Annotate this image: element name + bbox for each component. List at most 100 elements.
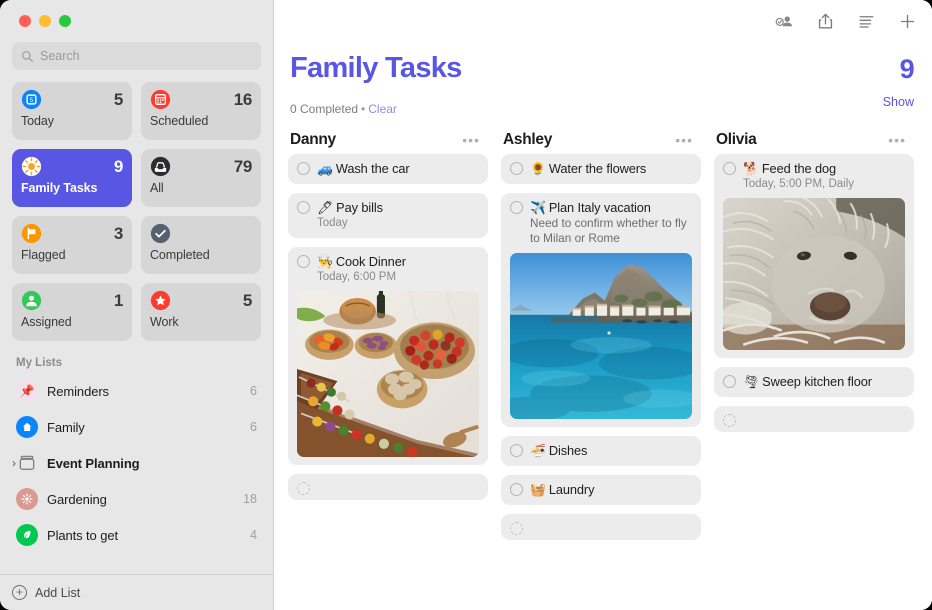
task-checkbox[interactable] xyxy=(723,375,736,388)
completed-summary: 0 Completed•Clear xyxy=(290,102,397,116)
clear-completed-link[interactable]: Clear xyxy=(368,102,397,116)
task-checkbox[interactable] xyxy=(297,255,310,268)
task-title: Water the flowers xyxy=(549,161,646,176)
column-menu-button[interactable]: ••• xyxy=(675,136,693,144)
reminders-window: 5 5 Today 16 Scheduled 9 Family Tasks xyxy=(0,0,932,610)
task-item[interactable]: 🍜Dishes xyxy=(501,436,701,466)
column-header: Olivia ••• xyxy=(714,126,914,154)
task-title-row: 🍜Dishes xyxy=(530,443,587,458)
minimize-button[interactable] xyxy=(39,15,51,27)
new-task-placeholder[interactable] xyxy=(501,514,701,540)
food-platter-photo xyxy=(297,291,479,457)
column-title: Danny xyxy=(290,131,336,149)
show-completed-link[interactable]: Show xyxy=(883,95,914,109)
sidebar-smart-list-all[interactable]: 79 All xyxy=(141,149,261,207)
task-item[interactable]: 🖊Pay bills Today xyxy=(288,193,488,238)
sidebar-list-reminders[interactable]: 📌Reminders 6 xyxy=(10,373,263,409)
search-box[interactable] xyxy=(12,42,261,70)
list-label: Plants to get xyxy=(47,528,241,543)
column-menu-button[interactable]: ••• xyxy=(462,136,480,144)
task-item[interactable]: 🧺Laundry xyxy=(501,475,701,505)
sidebar: 5 5 Today 16 Scheduled 9 Family Tasks xyxy=(0,0,274,610)
task-checkbox[interactable] xyxy=(297,482,310,495)
sidebar-list-event-planning[interactable]: › Event Planning xyxy=(10,445,263,481)
main-content: Family Tasks 9 Show 0 Completed•Clear Da… xyxy=(274,0,932,610)
smart-list-count: 79 xyxy=(234,157,252,177)
smart-list-count: 5 xyxy=(243,291,252,311)
toolbar xyxy=(274,0,932,42)
task-emoji-icon: 👨‍🍳 xyxy=(317,254,333,269)
task-checkbox[interactable] xyxy=(297,162,310,175)
task-emoji-icon: 🌪 xyxy=(743,374,759,389)
task-item[interactable]: 🐕Feed the dog Today, 5:00 PM, Daily xyxy=(714,154,914,358)
task-checkbox[interactable] xyxy=(510,201,523,214)
task-item[interactable]: 🌻Water the flowers xyxy=(501,154,701,184)
italy-coast-photo xyxy=(510,253,692,419)
search-icon xyxy=(21,50,34,63)
task-checkbox[interactable] xyxy=(510,444,523,457)
reminder-count: 9 xyxy=(900,54,914,85)
add-reminder-icon[interactable] xyxy=(898,12,917,31)
smart-list-count: 16 xyxy=(234,90,252,110)
my-lists: 📌Reminders 6 Family 6› Event Planning Ga… xyxy=(0,373,273,574)
search-input[interactable] xyxy=(40,49,252,63)
task-checkbox[interactable] xyxy=(723,162,736,175)
smart-list-count: 5 xyxy=(114,90,123,110)
column-title: Olivia xyxy=(716,131,756,149)
task-checkbox[interactable] xyxy=(510,522,523,535)
task-item[interactable]: 🚙Wash the car xyxy=(288,154,488,184)
view-options-icon[interactable] xyxy=(857,12,876,31)
task-checkbox[interactable] xyxy=(510,162,523,175)
leaf-icon xyxy=(16,524,38,546)
today-calendar-icon: 5 xyxy=(21,89,42,110)
task-title-row: 🌪Sweep kitchen floor xyxy=(743,374,872,389)
smart-list-count: 1 xyxy=(114,291,123,311)
sidebar-smart-list-today[interactable]: 5 5 Today xyxy=(12,82,132,140)
chevron-right-icon[interactable]: › xyxy=(8,456,20,470)
task-checkbox[interactable] xyxy=(297,201,310,214)
smart-list-label: Work xyxy=(150,315,252,329)
close-button[interactable] xyxy=(19,15,31,27)
list-label: Event Planning xyxy=(47,456,248,471)
sidebar-smart-list-completed[interactable]: Completed xyxy=(141,216,261,274)
sidebar-smart-list-work[interactable]: 5 Work xyxy=(141,283,261,341)
sidebar-list-plants-to-get[interactable]: Plants to get 4 xyxy=(10,517,263,553)
task-title: Pay bills xyxy=(336,200,383,215)
task-item[interactable]: ✈️Plan Italy vacation Need to confirm wh… xyxy=(501,193,701,427)
checkmark-icon xyxy=(150,223,171,244)
sidebar-list-family[interactable]: Family 6 xyxy=(10,409,263,445)
column-menu-button[interactable]: ••• xyxy=(888,136,906,144)
task-note: Need to confirm whether to fly to Milan … xyxy=(530,216,692,246)
window-controls xyxy=(0,0,273,42)
separator-dot: • xyxy=(358,102,368,116)
task-column-olivia: Olivia ••• 🐕Feed the dog Today, 5:00 PM,… xyxy=(714,126,914,610)
sidebar-smart-list-scheduled[interactable]: 16 Scheduled xyxy=(141,82,261,140)
new-task-placeholder[interactable] xyxy=(714,406,914,432)
task-checkbox[interactable] xyxy=(510,483,523,496)
smart-list-label: All xyxy=(150,181,252,195)
person-icon xyxy=(21,290,42,311)
share-contacts-icon[interactable] xyxy=(775,12,794,31)
new-task-placeholder[interactable] xyxy=(288,474,488,500)
task-title: Cook Dinner xyxy=(336,254,406,269)
task-item[interactable]: 🌪Sweep kitchen floor xyxy=(714,367,914,397)
task-due-date: Today, 5:00 PM, Daily xyxy=(743,177,905,191)
task-checkbox[interactable] xyxy=(723,414,736,427)
list-count: 4 xyxy=(250,528,257,542)
share-icon[interactable] xyxy=(816,12,835,31)
zoom-button[interactable] xyxy=(59,15,71,27)
smart-list-label: Flagged xyxy=(21,248,123,262)
sidebar-smart-list-flagged[interactable]: 3 Flagged xyxy=(12,216,132,274)
column-header: Ashley ••• xyxy=(501,126,701,154)
sidebar-smart-list-family-tasks[interactable]: 9 Family Tasks xyxy=(12,149,132,207)
task-title-row: 👨‍🍳Cook Dinner xyxy=(317,254,406,269)
list-count: 6 xyxy=(250,420,257,434)
add-list-button[interactable]: + Add List xyxy=(0,574,273,610)
task-item[interactable]: 👨‍🍳Cook Dinner Today, 6:00 PM xyxy=(288,247,488,465)
sidebar-smart-list-assigned[interactable]: 1 Assigned xyxy=(12,283,132,341)
column-header: Danny ••• xyxy=(288,126,488,154)
my-lists-header: My Lists xyxy=(0,341,273,373)
task-emoji-icon: 🐕 xyxy=(743,161,759,176)
task-title-row: 🖊Pay bills xyxy=(317,200,383,215)
sidebar-list-gardening[interactable]: Gardening 18 xyxy=(10,481,263,517)
